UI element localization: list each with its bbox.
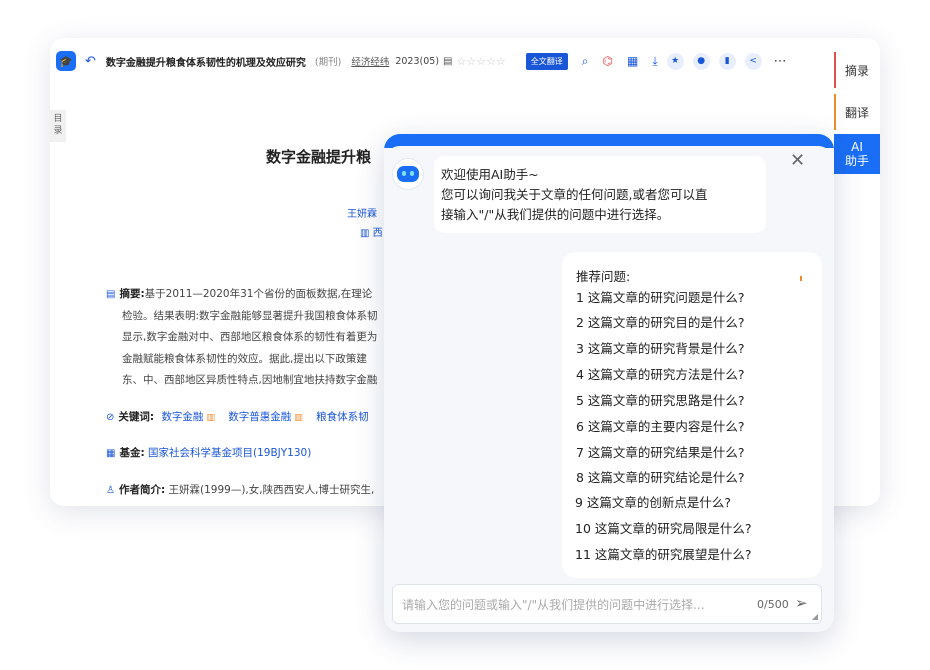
welcome-line: 接输入"/"从我们提供的问题中进行选择。 — [441, 207, 670, 222]
suggested-questions-title: 推荐问题: — [576, 269, 631, 284]
article-title: 数字金融提升粮食体系韧性的机理及效应研究 — [105, 57, 306, 69]
fund-icon: ▦ — [106, 448, 116, 459]
suggested-question[interactable]: 4 这篇文章的研究方法是什么? — [576, 362, 822, 388]
abstract-line: 东、中、西部地区异质性特点,因地制宜地扶持数字金融 — [122, 374, 378, 386]
download-icon[interactable]: ⤓ — [652, 54, 657, 69]
person-icon: ♙ — [106, 485, 115, 496]
journal-link[interactable]: 经济经纬 — [351, 54, 389, 68]
app-logo-icon[interactable]: 🎓 — [56, 51, 76, 71]
suggested-question[interactable]: 8 这篇文章的研究结论是什么? — [576, 466, 822, 490]
keywords-row: ⊘ 关键词: 数字金融 ▥ 数字普惠金融 ▥ 粮食体系韧 — [106, 409, 369, 424]
fund-label: 基金: — [119, 447, 145, 459]
close-icon[interactable]: ✕ — [790, 150, 805, 171]
abstract-line: 检验。结果表明:数字金融能够显著提升我国粮食体系韧 — [122, 309, 378, 322]
tab-abstract-label: 摘录 — [844, 63, 869, 78]
toc-toggle[interactable]: 目录 — [50, 110, 66, 142]
abstract-label: 摘要: — [119, 288, 145, 300]
keywords-label: 关键词: — [118, 411, 155, 423]
full-translate-button[interactable]: 全文翻译 — [525, 52, 568, 70]
book-icon: ▤ — [443, 55, 453, 67]
cite-icon[interactable]: ● — [692, 52, 710, 70]
author-intro-label: 作者简介: — [118, 484, 166, 496]
abstract-icon: ▤ — [106, 289, 116, 300]
resize-handle[interactable]: ◢ — [812, 612, 818, 621]
bot-face — [397, 166, 419, 182]
abstract-text: 基于2011—2020年31个省份的面板数据,在理论 — [144, 288, 373, 300]
bot-avatar-icon — [392, 158, 424, 190]
welcome-line: 您可以询问我关于文章的任何问题,或者您可以直 — [441, 187, 708, 202]
suggested-question[interactable]: 5 这篇文章的研究思路是什么? — [576, 388, 822, 414]
tab-abstract[interactable]: 摘录 — [834, 52, 880, 88]
tab-ai-assistant[interactable]: AI 助手 — [834, 134, 880, 174]
search-icon[interactable]: ⌕ — [582, 54, 589, 69]
chart-icon[interactable]: ▥ — [294, 413, 303, 423]
suggested-question[interactable]: 11 这篇文章的研究展望是什么? — [575, 542, 822, 568]
author-intro-text: 王妍霖(1999—),女,陕西西安人,博士研究生, — [168, 484, 375, 496]
suggested-question[interactable]: 2 这篇文章的研究目的是什么? — [576, 310, 822, 336]
layout-icon[interactable]: ▦ — [627, 54, 638, 68]
char-counter: 0/500 — [757, 598, 789, 611]
tab-translate-label: 翻译 — [844, 105, 869, 120]
abstract-line: 金融赋能粮食体系韧性的效应。据此,提出以下政策建 — [122, 352, 367, 365]
reader-toolbar: 🎓 ↶ 数字金融提升粮食体系韧性的机理及效应研究 (期刊) 经济经纬 2023(… — [50, 38, 880, 84]
keyword-link[interactable]: 数字金融 — [161, 411, 203, 423]
screenshot-stage: 🎓 ↶ 数字金融提升粮食体系韧性的机理及效应研究 (期刊) 经济经纬 2023(… — [0, 0, 930, 670]
institution-name: 西 — [372, 228, 383, 239]
share-icon[interactable]: < — [744, 52, 762, 70]
suggested-question[interactable]: 1 这篇文章的研究问题是什么? — [576, 286, 822, 310]
welcome-message: 欢迎使用AI助手~ 您可以询问我关于文章的任何问题,或者您可以直 接输入"/"从… — [434, 156, 766, 233]
suggested-question[interactable]: 3 这篇文章的研究背景是什么? — [576, 336, 822, 362]
suggested-questions-card: 推荐问题: 1 这篇文章的研究问题是什么? 2 这篇文章的研究目的是什么? 3 … — [562, 252, 822, 578]
tab-translate[interactable]: 翻译 — [834, 94, 880, 130]
rating-stars[interactable]: ☆☆☆☆☆ — [456, 55, 505, 68]
fund-link[interactable]: 国家社会科学基金项目(19BJY130) — [148, 447, 311, 459]
tab-ai-label-line1: AI — [851, 140, 863, 154]
document-title: 数字金融提升粮 — [266, 148, 372, 166]
tag-icon: ⊘ — [106, 412, 115, 423]
back-icon[interactable]: ↶ — [85, 54, 96, 69]
document-institution[interactable]: ▥ 西 — [360, 224, 383, 239]
welcome-line: 欢迎使用AI助手~ — [441, 167, 539, 182]
abstract-line: ▤ 摘要:基于2011—2020年31个省份的面板数据,在理论 — [106, 284, 396, 306]
suggested-question[interactable]: 6 这篇文章的主要内容是什么? — [576, 414, 822, 440]
article-type: (期刊) — [314, 57, 342, 68]
suggested-question[interactable]: 9 这篇文章的创新点是什么? — [575, 490, 822, 516]
ai-assistant-panel: ✕ 欢迎使用AI助手~ 您可以询问我关于文章的任何问题,或者您可以直 接输入"/… — [384, 134, 834, 632]
input-placeholder: 请输入您的问题或输入"/"从我们提供的问题中进行选择... — [402, 597, 705, 612]
tab-indicator — [834, 94, 836, 130]
keyword-link[interactable]: 数字普惠金融 — [228, 411, 291, 423]
author-intro-row: ♙ 作者简介: 王妍霖(1999—),女,陕西西安人,博士研究生, — [106, 482, 374, 497]
tab-ai-label-line2: 助手 — [844, 154, 869, 168]
question-input[interactable]: 请输入您的问题或输入"/"从我们提供的问题中进行选择... 0/500 ➢ ◢ — [392, 584, 822, 624]
abstract-block: ▤ 摘要:基于2011—2020年31个省份的面板数据,在理论 检验。结果表明:数… — [106, 284, 396, 392]
send-icon[interactable]: ➢ — [795, 594, 808, 612]
fund-row: ▦ 基金: 国家社会科学基金项目(19BJY130) — [106, 445, 311, 460]
abstract-line: 显示,数字金融对中、西部地区粮食体系的韧性有着更为 — [122, 331, 378, 343]
chart-icon[interactable]: ▥ — [206, 413, 215, 423]
tab-indicator — [834, 52, 836, 88]
indicator-dot — [800, 276, 802, 281]
favorite-icon[interactable]: ★ — [666, 52, 684, 70]
keyword-link[interactable]: 粮食体系韧 — [316, 411, 369, 423]
suggested-question[interactable]: 7 这篇文章的研究结果是什么? — [576, 440, 822, 466]
note-icon[interactable]: ▮ — [718, 52, 736, 70]
pdf-icon[interactable]: ⌬ — [603, 54, 613, 68]
journal-issue: 2023(05) — [395, 55, 440, 67]
chat-body: ✕ 欢迎使用AI助手~ 您可以询问我关于文章的任何问题,或者您可以直 接输入"/… — [384, 146, 834, 632]
institution-icon: ▥ — [360, 228, 373, 239]
more-icon[interactable]: ⋯ — [774, 54, 787, 69]
document-author[interactable]: 王妍霖 — [347, 205, 377, 220]
suggested-question[interactable]: 10 这篇文章的研究局限是什么? — [575, 516, 822, 542]
